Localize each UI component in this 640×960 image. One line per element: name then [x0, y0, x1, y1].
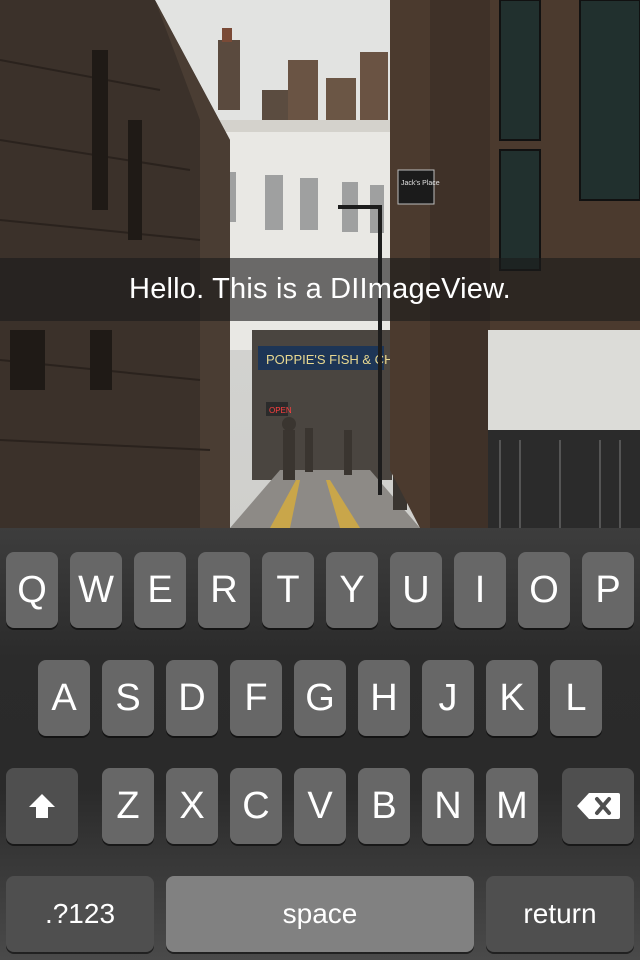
keyboard: Q W E R T Y U I O P A S D F G H J K L Z …: [0, 528, 640, 960]
background-photo: POPPIE'S FISH & CHIPS OPEN Jack's Place …: [0, 0, 640, 528]
key-h[interactable]: H: [358, 660, 410, 736]
key-t[interactable]: T: [262, 552, 314, 628]
caption-bar: Hello. This is a DIImageView.: [0, 258, 640, 321]
open-sign: OPEN: [269, 406, 292, 415]
key-l[interactable]: L: [550, 660, 602, 736]
key-n[interactable]: N: [422, 768, 474, 844]
key-j[interactable]: J: [422, 660, 474, 736]
return-key[interactable]: return: [486, 876, 634, 952]
key-i[interactable]: I: [454, 552, 506, 628]
key-m[interactable]: M: [486, 768, 538, 844]
key-a[interactable]: A: [38, 660, 90, 736]
key-o[interactable]: O: [518, 552, 570, 628]
key-p[interactable]: P: [582, 552, 634, 628]
key-b[interactable]: B: [358, 768, 410, 844]
pub-sign: Jack's Place: [401, 180, 440, 187]
key-f[interactable]: F: [230, 660, 282, 736]
space-key[interactable]: space: [166, 876, 474, 952]
key-v[interactable]: V: [294, 768, 346, 844]
shift-key[interactable]: [6, 768, 78, 844]
key-e[interactable]: E: [134, 552, 186, 628]
key-z[interactable]: Z: [102, 768, 154, 844]
key-y[interactable]: Y: [326, 552, 378, 628]
key-w[interactable]: W: [70, 552, 122, 628]
key-s[interactable]: S: [102, 660, 154, 736]
key-c[interactable]: C: [230, 768, 282, 844]
numbers-key[interactable]: .?123: [6, 876, 154, 952]
backspace-icon: [575, 791, 621, 821]
key-g[interactable]: G: [294, 660, 346, 736]
key-x[interactable]: X: [166, 768, 218, 844]
key-d[interactable]: D: [166, 660, 218, 736]
caption-text: Hello. This is a DIImageView.: [129, 273, 511, 305]
delete-key[interactable]: [562, 768, 634, 844]
key-q[interactable]: Q: [6, 552, 58, 628]
key-k[interactable]: K: [486, 660, 538, 736]
key-u[interactable]: U: [390, 552, 442, 628]
key-r[interactable]: R: [198, 552, 250, 628]
shift-icon: [27, 792, 57, 820]
